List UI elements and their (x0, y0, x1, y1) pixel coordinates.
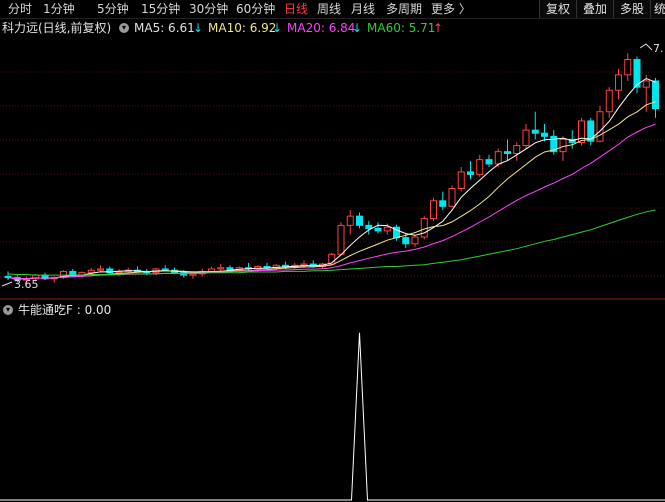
candle-body (642, 80, 650, 88)
candle-body (605, 89, 613, 113)
candle-body (559, 138, 567, 153)
high-price-label: 7. (653, 42, 664, 55)
ma10-line (7, 101, 656, 280)
candle-body (615, 74, 622, 91)
candle-body (217, 267, 225, 270)
indicator-value: 牛能通吃F : 0.00 (18, 303, 112, 317)
candle-body (337, 224, 345, 255)
candle-body (300, 263, 308, 266)
low-pointer (1, 281, 13, 287)
candle-body (87, 269, 95, 274)
candle-body (531, 129, 539, 134)
high-pointer (639, 43, 653, 51)
candle-body (282, 264, 289, 268)
candle-body (161, 268, 169, 271)
candle-body (346, 215, 354, 226)
candle-body (504, 151, 511, 154)
candle-body (652, 80, 659, 110)
kline-chart[interactable]: 7. 3.65 (0, 0, 665, 502)
candle-body (402, 237, 410, 245)
candle-body (596, 111, 604, 142)
candle-body (411, 236, 419, 245)
candle-body (430, 200, 437, 220)
candle-body (97, 268, 104, 271)
candle-body (69, 270, 77, 276)
candle-body (467, 171, 474, 175)
candle-body (457, 171, 465, 190)
indicator-dropdown-icon[interactable]: ▾ (3, 305, 13, 315)
candle-body (365, 224, 373, 229)
candle-body (485, 159, 493, 165)
candle-body (513, 145, 521, 154)
candle-body (624, 59, 632, 76)
indicator-series (0, 332, 665, 501)
candle-body (522, 129, 530, 146)
candle-body (356, 215, 363, 226)
candle-body (420, 218, 428, 238)
candle-body (578, 120, 585, 143)
candle-body (494, 151, 502, 165)
candle-body (383, 226, 391, 232)
candlestick-series (4, 53, 659, 284)
price-grid (0, 71, 665, 277)
candle-body (439, 200, 447, 207)
low-price-label: 3.65 (14, 278, 39, 291)
moving-average-lines (1, 43, 656, 287)
candle-body (448, 188, 456, 207)
candle-body (189, 273, 197, 276)
candle-body (541, 132, 548, 137)
candle-body (374, 227, 382, 232)
ma5-line (7, 77, 656, 280)
candle-body (476, 159, 484, 175)
indicator-line (0, 332, 665, 501)
